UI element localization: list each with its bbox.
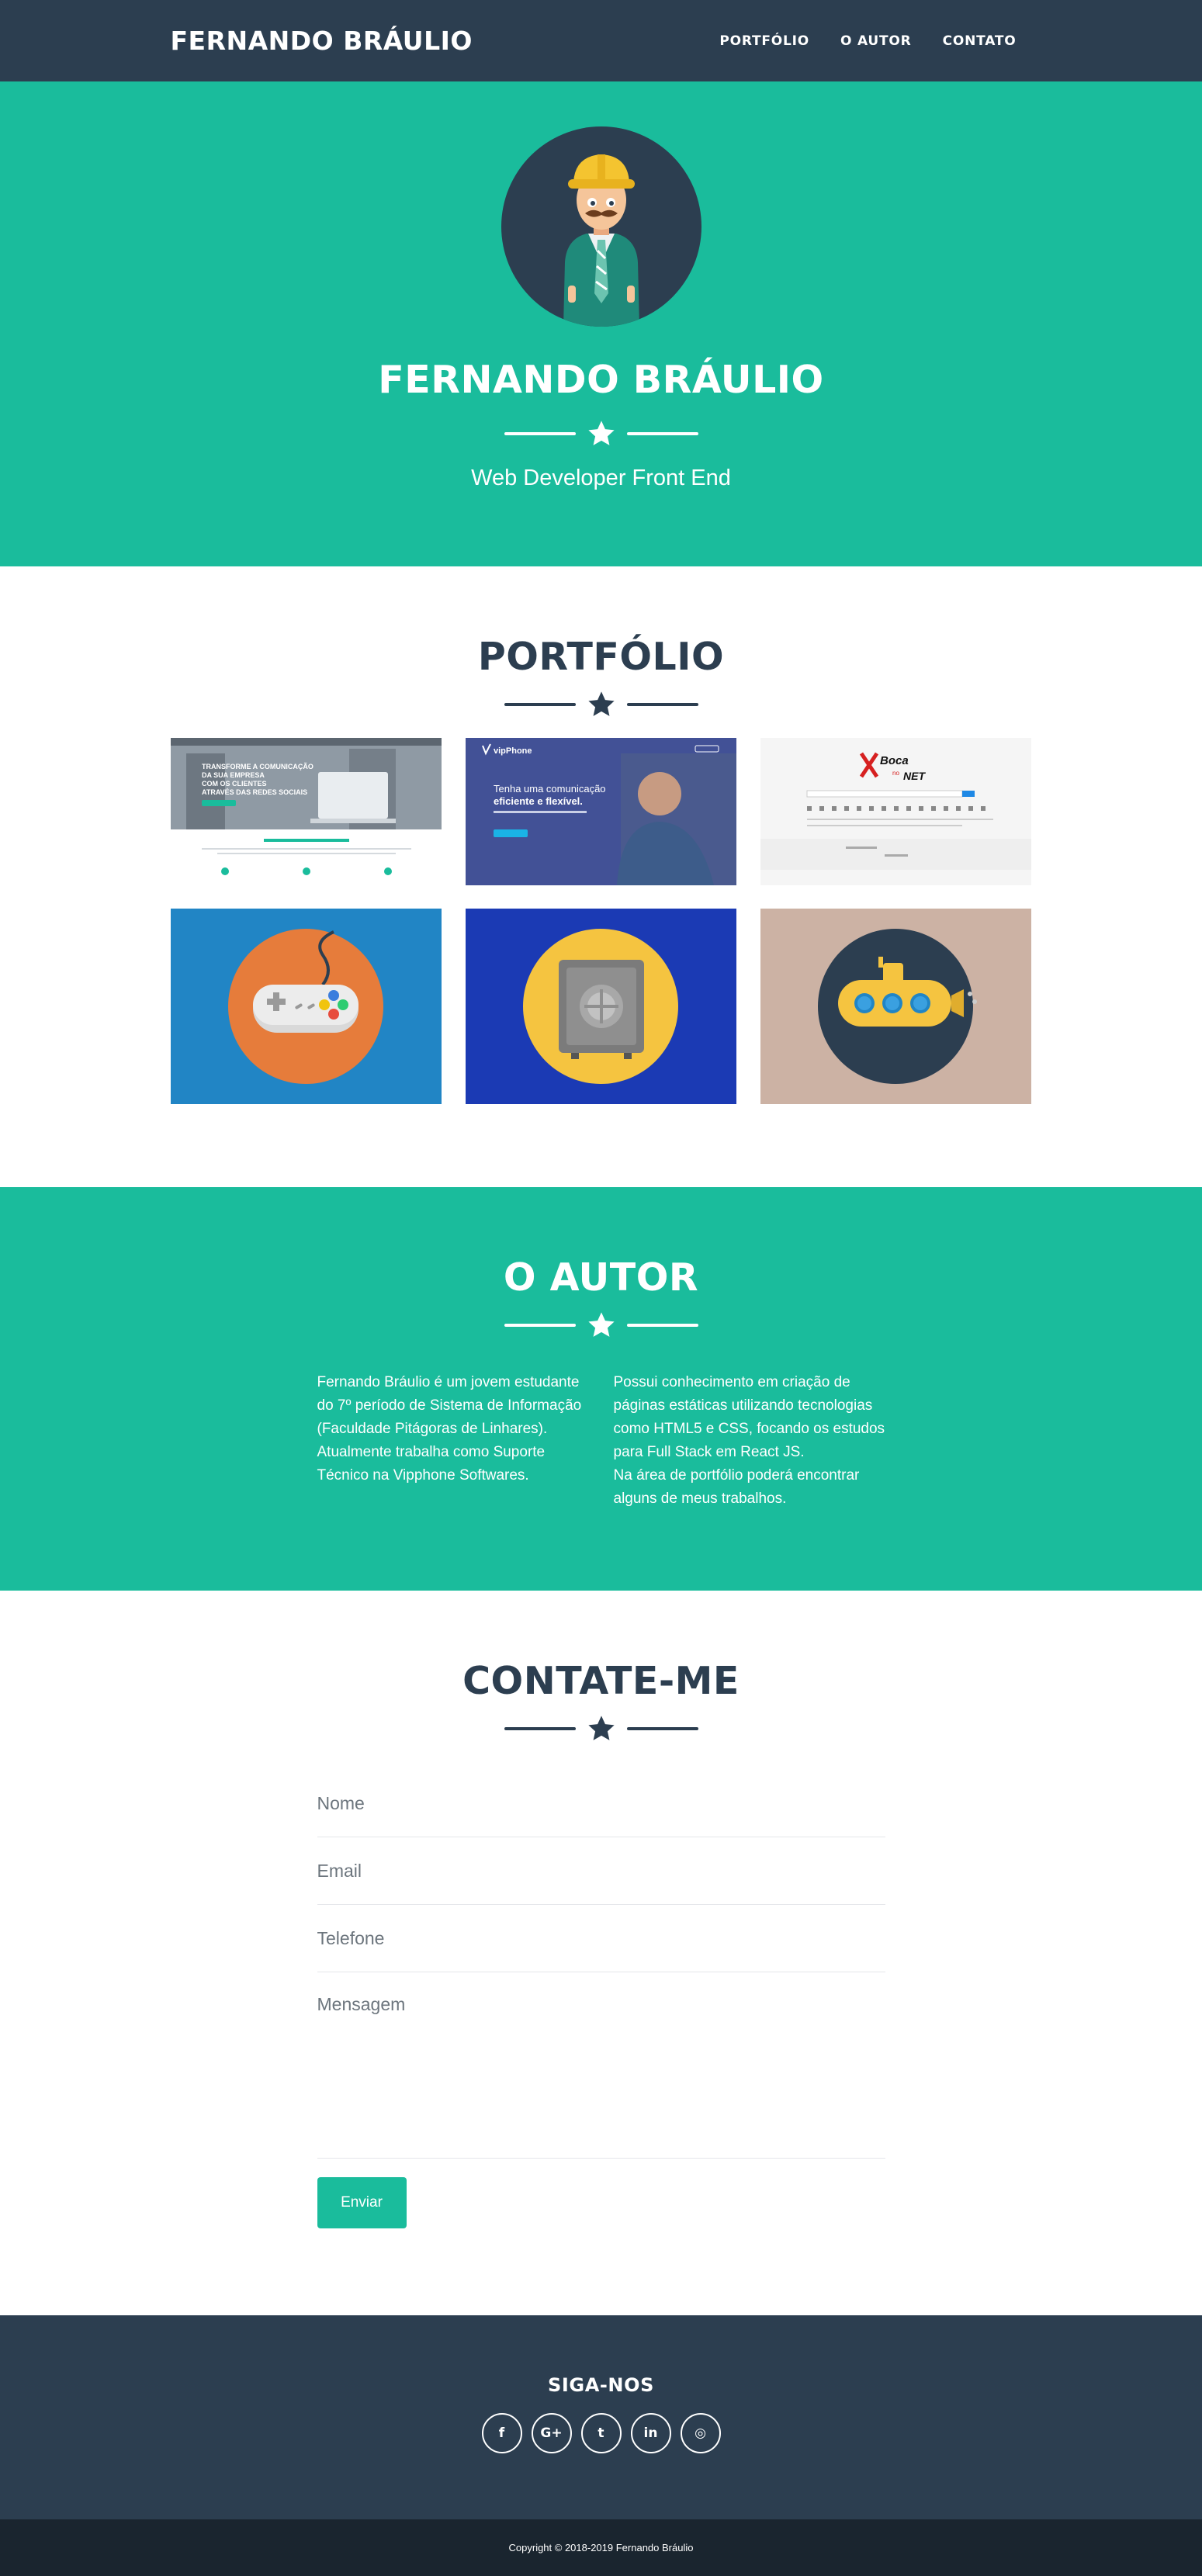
message-field[interactable] [317, 1994, 885, 2141]
divider-line [504, 1727, 576, 1730]
social-links: f G+ t in ◎ [0, 2413, 1202, 2453]
about-right-line: Na área de portfólio poderá encontrar al… [613, 1467, 860, 1507]
contact-section: CONTATE-ME Enviar [0, 1591, 1202, 2315]
screenshot-text: COM OS CLIENTES [202, 780, 267, 788]
star-divider [0, 419, 1202, 448]
nav-menu: PORTFÓLIO O AUTOR CONTATO [719, 33, 1016, 49]
copyright-text: Copyright © 2018-2019 Fernando Bráulio [508, 2542, 694, 2553]
section-title: CONTATE-ME [462, 1659, 740, 1703]
safe-icon [465, 909, 736, 1104]
name-field-wrapper [317, 1770, 885, 1837]
about-text: Fernando Bráulio é um jovem estudante do… [317, 1371, 885, 1511]
section-title: PORTFÓLIO [477, 635, 725, 679]
screenshot-text: eficiente e flexível. [494, 795, 583, 807]
star-icon [587, 1312, 615, 1337]
twitter-icon[interactable]: t [580, 2413, 622, 2453]
star-divider [0, 1311, 1202, 1340]
portfolio-item-website[interactable]: TRANSFORME A COMUNICAÇÃO DA SUA EMPRESA … [170, 738, 442, 885]
facebook-icon[interactable]: f [481, 2413, 522, 2453]
email-field-wrapper [317, 1837, 885, 1905]
divider-line [504, 432, 576, 435]
nav-link-about[interactable]: O AUTOR [840, 33, 912, 49]
boca-logo-text: no [892, 770, 899, 777]
send-button[interactable]: Enviar [317, 2177, 407, 2228]
masthead: FERNANDO BRÁULIO Web Developer Front End [0, 81, 1202, 566]
divider-line [626, 432, 698, 435]
divider-line [626, 1324, 698, 1327]
page-title: FERNANDO BRÁULIO [378, 358, 824, 402]
portfolio-item-safe[interactable] [465, 909, 736, 1104]
star-icon [587, 421, 615, 445]
boca-no-net-screenshot-image: Boca no NET [760, 738, 1031, 885]
divider-line [626, 1727, 698, 1730]
star-divider [0, 690, 1202, 719]
section-title: O AUTOR [503, 1255, 699, 1300]
vipphone-logo: vipPhone [494, 746, 532, 756]
portfolio-grid: TRANSFORME A COMUNICAÇÃO DA SUA EMPRESA … [170, 738, 1032, 1104]
copyright-bar: Copyright © 2018-2019 Fernando Bráulio [0, 2519, 1202, 2576]
about-right-line: Possui conhecimento em criação de página… [613, 1374, 885, 1460]
divider-line [626, 703, 698, 706]
vipphone-screenshot-image: vipPhone Tenha uma comunicação eficiente… [465, 738, 736, 885]
footer-title: SIGA-NOS [547, 2374, 655, 2396]
divider-line [504, 703, 576, 706]
phone-field-wrapper [317, 1905, 885, 1972]
portfolio-section: PORTFÓLIO TRANSFORME A COMUNICAÇÃO DA SU… [0, 566, 1202, 1187]
about-section: O AUTOR Fernando Bráulio é um jovem estu… [0, 1187, 1202, 1591]
avatar [501, 126, 701, 327]
game-controller-icon [170, 909, 442, 1104]
email-field[interactable] [317, 1860, 885, 1882]
screenshot-text: DA SUA EMPRESA [202, 771, 265, 779]
screenshot-text: Tenha uma comunicação [494, 783, 606, 795]
portfolio-item-game[interactable] [170, 909, 442, 1104]
nav-link-portfolio[interactable]: PORTFÓLIO [719, 33, 809, 49]
star-icon [587, 691, 615, 716]
website-screenshot-image: TRANSFORME A COMUNICAÇÃO DA SUA EMPRESA … [170, 738, 442, 885]
google-plus-icon[interactable]: G+ [531, 2413, 572, 2453]
portfolio-item-boca-no-net[interactable]: Boca no NET [760, 738, 1031, 885]
footer: SIGA-NOS f G+ t in ◎ [0, 2315, 1202, 2519]
submarine-icon [760, 909, 1031, 1104]
phone-field[interactable] [317, 1927, 885, 1949]
nav-link-contact[interactable]: CONTATO [943, 33, 1017, 49]
boca-logo-text: Boca [880, 754, 909, 767]
about-left-paragraph: Fernando Bráulio é um jovem estudante do… [317, 1374, 582, 1484]
about-right-paragraph: Possui conhecimento em criação de página… [614, 1371, 885, 1511]
dribbble-icon[interactable]: ◎ [680, 2413, 721, 2453]
portfolio-item-submarine[interactable] [760, 909, 1031, 1104]
message-field-wrapper [317, 1972, 885, 2159]
subtitle: Web Developer Front End [471, 466, 731, 490]
developer-avatar-illustration [563, 154, 639, 327]
portfolio-item-vipphone[interactable]: vipPhone Tenha uma comunicação eficiente… [465, 738, 736, 885]
linkedin-icon[interactable]: in [630, 2413, 671, 2453]
divider-line [504, 1324, 576, 1327]
navbar: FERNANDO BRÁULIO PORTFÓLIO O AUTOR CONTA… [0, 0, 1202, 81]
name-field[interactable] [317, 1792, 885, 1814]
contact-form: Enviar [317, 1770, 885, 2228]
screenshot-text: TRANSFORME A COMUNICAÇÃO [202, 763, 313, 770]
star-divider [0, 1714, 1202, 1743]
brand-logo[interactable]: FERNANDO BRÁULIO [171, 26, 473, 56]
star-icon [587, 1716, 615, 1740]
screenshot-text: ATRAVÉS DAS REDES SOCIAIS [202, 788, 307, 796]
boca-logo-text: NET [903, 770, 926, 782]
